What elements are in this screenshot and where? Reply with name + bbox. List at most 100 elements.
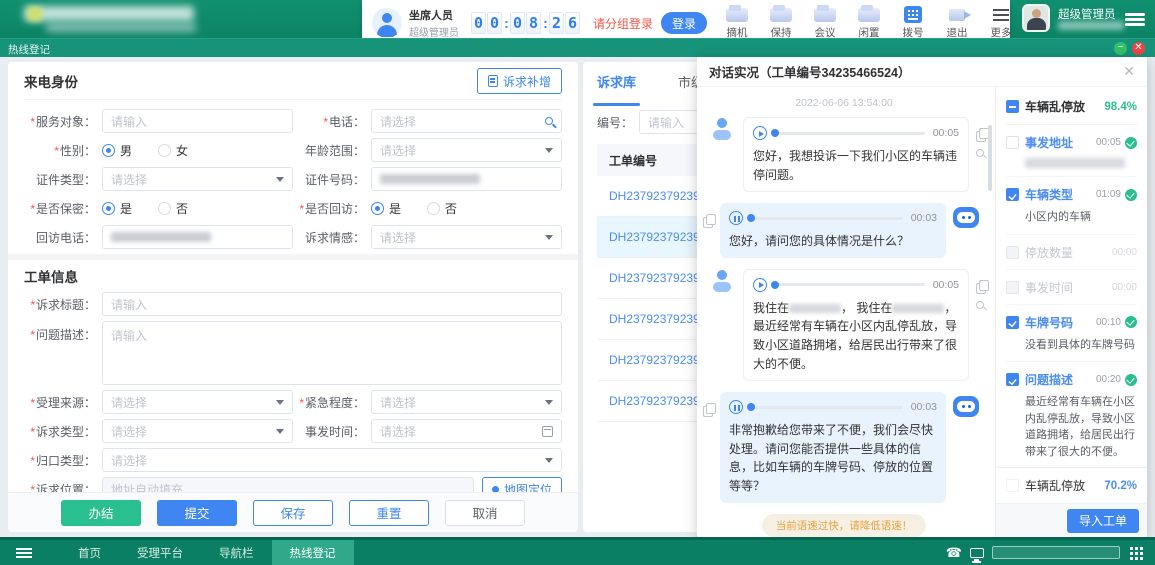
dial-button[interactable]: 拨号 bbox=[891, 6, 935, 40]
checkbox-checked-icon[interactable] bbox=[1006, 188, 1019, 201]
copy-icon[interactable] bbox=[703, 217, 713, 228]
login-button[interactable]: 登录 bbox=[661, 12, 707, 34]
phone-icon[interactable]: ☎ bbox=[946, 546, 962, 559]
dialog-title: 对话实况（工单编号34235466524） bbox=[709, 62, 910, 81]
search-icon[interactable] bbox=[545, 117, 553, 125]
logout-button[interactable]: 退出 bbox=[935, 6, 979, 40]
finish-button[interactable]: 办结 bbox=[61, 500, 141, 526]
callback-no-radio[interactable]: 否 bbox=[427, 200, 457, 217]
app-grid-icon[interactable] bbox=[1130, 547, 1133, 550]
field-label: *服务对象： bbox=[24, 113, 102, 130]
chevron-down-icon bbox=[276, 400, 284, 405]
taskbar-tab-hotline-active[interactable]: 热线登记 bbox=[272, 540, 354, 565]
age-range-select[interactable]: 请选择 bbox=[371, 138, 562, 162]
emotion-select[interactable]: 请选择 bbox=[371, 225, 562, 249]
copy-icon[interactable] bbox=[703, 406, 713, 417]
idle-button[interactable]: 闲置 bbox=[847, 6, 891, 40]
radio-icon bbox=[158, 144, 171, 157]
offhook-button[interactable]: 摘机 bbox=[715, 6, 759, 40]
copy-icon[interactable] bbox=[976, 283, 986, 294]
pause-icon[interactable] bbox=[729, 211, 743, 225]
category-select[interactable]: 请选择 bbox=[102, 448, 562, 472]
search-icon[interactable] bbox=[976, 149, 984, 157]
play-icon[interactable] bbox=[753, 126, 767, 140]
module-title-bar: 热线登记 − ✕ bbox=[0, 38, 1155, 57]
menu-icon[interactable] bbox=[1125, 13, 1145, 16]
callback-yes-radio[interactable]: 是 bbox=[371, 200, 401, 217]
taskbar-tab-home[interactable]: 首页 bbox=[60, 540, 119, 565]
accept-source-select[interactable]: 请选择 bbox=[102, 390, 293, 414]
live-dialog-panel: 对话实况（工单编号34235466524） ✕ 2022-06-06 13:54… bbox=[697, 57, 1147, 537]
problem-description-textarea[interactable]: 请输入 bbox=[102, 321, 562, 385]
chat-scrollbar[interactable] bbox=[988, 125, 992, 191]
gender-female-radio[interactable]: 女 bbox=[158, 142, 188, 159]
user-avatar[interactable] bbox=[1022, 4, 1050, 32]
number-label: 编号： bbox=[597, 114, 633, 131]
incident-time-picker[interactable]: 请选择 bbox=[371, 419, 562, 443]
chat-timestamp: 2022-06-06 13:54:00 bbox=[709, 97, 979, 109]
taskbar-tab-nav[interactable]: 导航栏 bbox=[201, 540, 272, 565]
urgency-select[interactable]: 请选择 bbox=[371, 390, 562, 414]
timer-digit: 2 bbox=[549, 12, 564, 34]
search-icon[interactable] bbox=[976, 301, 984, 309]
caller-avatar-icon bbox=[709, 269, 735, 295]
hold-button[interactable]: 保持 bbox=[759, 6, 803, 40]
confidential-no-radio[interactable]: 否 bbox=[158, 200, 188, 217]
checkbox-indeterminate-icon[interactable] bbox=[1006, 100, 1019, 113]
check-circle-icon bbox=[1125, 137, 1137, 149]
appeal-type-select[interactable]: 请选择 bbox=[102, 419, 293, 443]
gender-male-radio[interactable]: 男 bbox=[102, 142, 132, 159]
radio-selected-icon bbox=[102, 144, 115, 157]
save-button[interactable]: 保存 bbox=[253, 500, 333, 526]
check-circle-icon bbox=[1125, 374, 1137, 386]
blurred-address-value bbox=[1025, 158, 1125, 168]
call-timer: 0 0 : 0 8 : 2 6 bbox=[471, 12, 581, 34]
import-order-button[interactable]: 导入工单 bbox=[1067, 509, 1139, 533]
id-number-input[interactable] bbox=[371, 167, 562, 191]
phone-input[interactable]: 请选择 bbox=[371, 109, 562, 133]
copy-icon[interactable] bbox=[976, 131, 986, 142]
monitor-icon[interactable] bbox=[970, 548, 984, 558]
timer-digit: 6 bbox=[565, 12, 580, 34]
checkbox-checked-icon[interactable] bbox=[1006, 316, 1019, 329]
conference-button[interactable]: 会议 bbox=[803, 6, 847, 40]
caller-identity-header: 来电身份 诉求补增 bbox=[24, 62, 562, 100]
hold-phone-icon bbox=[770, 8, 792, 22]
field-label: *紧急程度： bbox=[293, 394, 371, 411]
checkbox-icon[interactable] bbox=[1006, 479, 1019, 492]
speech-rate-warning: 当前语速过快，请降低语速！ bbox=[709, 514, 979, 537]
checkbox-checked-icon[interactable] bbox=[1006, 373, 1019, 386]
taskbar-tab-platform[interactable]: 受理平台 bbox=[119, 540, 201, 565]
timer-digit: 0 bbox=[487, 12, 502, 34]
blurred-phone-number bbox=[111, 232, 211, 242]
tab-appeal-library[interactable]: 诉求库 bbox=[597, 72, 636, 100]
more-menu-icon bbox=[993, 9, 1009, 21]
field-label: 回访电话： bbox=[24, 229, 102, 246]
minimize-icon[interactable]: − bbox=[1114, 42, 1127, 55]
submit-button[interactable]: 提交 bbox=[157, 500, 237, 526]
module-title: 热线登记 bbox=[8, 42, 50, 57]
close-window-icon[interactable]: ✕ bbox=[1132, 42, 1145, 55]
group-login-hint: 请分组登录 bbox=[593, 15, 653, 32]
confidence-score: 98.4% bbox=[1104, 101, 1137, 113]
service-target-input[interactable]: 请输入 bbox=[102, 109, 293, 133]
chevron-down-icon bbox=[545, 148, 553, 153]
bottom-taskbar: 首页 受理平台 导航栏 热线登记 ☎ bbox=[0, 537, 1155, 565]
field-label: 诉求情感： bbox=[293, 229, 371, 246]
confidential-yes-radio[interactable]: 是 bbox=[102, 200, 132, 217]
chevron-down-icon bbox=[545, 235, 553, 240]
appeal-title-input[interactable]: 请输入 bbox=[102, 292, 562, 316]
close-icon[interactable]: ✕ bbox=[1123, 63, 1135, 80]
appeal-supplement-button[interactable]: 诉求补增 bbox=[477, 68, 562, 94]
chat-message-agent: 00:03 您好，请问您的具体情况是什么？ bbox=[709, 203, 979, 258]
reset-button[interactable]: 重置 bbox=[349, 500, 429, 526]
cancel-button[interactable]: 取消 bbox=[445, 500, 525, 526]
task-list-icon[interactable] bbox=[16, 548, 32, 550]
pause-icon[interactable] bbox=[729, 400, 743, 414]
form-footer: 办结 提交 保存 重置 取消 bbox=[8, 492, 578, 532]
checkbox-icon[interactable] bbox=[1006, 136, 1019, 149]
play-icon[interactable] bbox=[753, 278, 767, 292]
dialpad-icon bbox=[904, 6, 922, 23]
callback-phone-input[interactable] bbox=[102, 225, 293, 249]
id-type-select[interactable]: 请选择 bbox=[102, 167, 293, 191]
